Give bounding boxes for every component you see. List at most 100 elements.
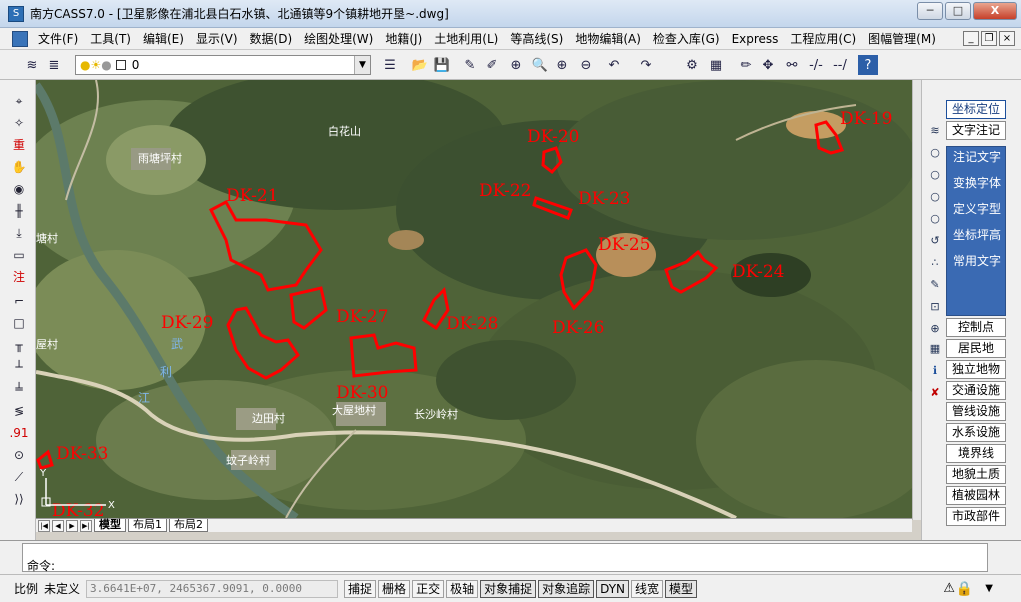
arrow-icon[interactable]: ⟩⟩: [9, 490, 29, 508]
independent-feature-button[interactable]: 独立地物: [946, 360, 1006, 379]
zoom-realtime-icon[interactable]: ⊕: [506, 55, 526, 75]
refresh-icon[interactable]: ↺: [926, 232, 944, 249]
menu-view[interactable]: 显示(V): [190, 28, 244, 50]
document-icon[interactable]: [12, 30, 28, 47]
menu-sheet[interactable]: 图幅管理(M): [862, 28, 942, 50]
menu-edit[interactable]: 编辑(E): [137, 28, 190, 50]
layer-manager-icon[interactable]: ≋: [22, 55, 42, 75]
snap-toggle[interactable]: 捕捉: [344, 579, 377, 598]
stairs-icon[interactable]: ≶: [9, 402, 29, 420]
municipal-button[interactable]: 市政部件: [946, 507, 1006, 526]
circle-icon[interactable]: ⊙: [9, 446, 29, 464]
camera-icon[interactable]: ◉: [9, 180, 29, 198]
osnap-toggle[interactable]: 对象捕捉: [480, 579, 537, 598]
menu-feature-edit[interactable]: 地物编辑(A): [569, 28, 647, 50]
annotation-text-item[interactable]: 注记文字: [947, 147, 1007, 167]
undo-icon[interactable]: ↶: [604, 55, 624, 75]
menu-express[interactable]: Express: [726, 28, 785, 50]
open-icon[interactable]: 📂: [410, 55, 430, 75]
maximize-button[interactable]: □: [945, 2, 971, 20]
menu-draw[interactable]: 绘图处理(W): [298, 28, 379, 50]
pipeline-facility-button[interactable]: 管线设施: [946, 402, 1006, 421]
help-icon[interactable]: ?: [858, 55, 878, 75]
layer-select[interactable]: ● ☀ ● 0 ▼: [75, 55, 371, 75]
coord-elevation-item[interactable]: 坐标坪高: [947, 225, 1007, 245]
fence-line-icon[interactable]: ┴: [9, 358, 29, 376]
tab-first-button[interactable]: |◀: [38, 519, 50, 532]
menu-tools[interactable]: 工具(T): [84, 28, 137, 50]
coord-locate-button[interactable]: 坐标定位: [946, 100, 1006, 119]
tab-layout2[interactable]: 布局2: [169, 519, 208, 532]
polyline-icon[interactable]: ⟋: [9, 468, 29, 486]
menu-file[interactable]: 文件(F): [32, 28, 84, 50]
menu-engineering[interactable]: 工程应用(C): [784, 28, 862, 50]
ortho-toggle[interactable]: 正交: [412, 579, 445, 598]
traffic-facility-button[interactable]: 交通设施: [946, 381, 1006, 400]
otrack-toggle[interactable]: 对象追踪: [538, 579, 595, 598]
lock-icon[interactable]: 🔒: [956, 581, 973, 597]
tab-next-button[interactable]: ▶: [66, 519, 78, 532]
chevron-down-icon[interactable]: ▼: [985, 583, 993, 594]
model-toggle[interactable]: 模型: [665, 579, 698, 598]
tab-layout1[interactable]: 布局1: [128, 519, 167, 532]
dash-line-icon[interactable]: -/-: [806, 55, 826, 75]
feature-icon[interactable]: ⌖: [9, 92, 29, 110]
annotation-icon[interactable]: 注: [9, 268, 29, 286]
dyn-toggle[interactable]: DYN: [596, 579, 630, 598]
draw-line-icon[interactable]: ✏: [736, 55, 756, 75]
delete-icon[interactable]: ✘: [926, 384, 944, 401]
residential-button[interactable]: 居民地: [946, 339, 1006, 358]
menu-check[interactable]: 检查入库(G): [647, 28, 726, 50]
control-point-button[interactable]: 控制点: [946, 318, 1006, 337]
layers-icon[interactable]: ≋: [926, 122, 944, 139]
zoom-icon[interactable]: ○: [926, 188, 944, 205]
save-icon[interactable]: 💾: [432, 55, 452, 75]
zoom-window-icon[interactable]: ⊕: [552, 55, 572, 75]
chevron-down-icon[interactable]: ▼: [354, 56, 370, 74]
app-logo-icon[interactable]: S: [8, 5, 24, 22]
edit-icon[interactable]: ✐: [482, 55, 502, 75]
query-icon[interactable]: ✧: [9, 114, 29, 132]
railing-icon[interactable]: ╧: [9, 380, 29, 398]
info-icon[interactable]: ℹ: [926, 362, 944, 379]
elevation-icon[interactable]: ⤓: [9, 224, 29, 242]
drawing-canvas[interactable]: DK-19 DK-20 DK-21 DK-22 DK-23 DK-24 DK-2…: [36, 80, 912, 518]
point-height-icon[interactable]: .91: [9, 424, 29, 442]
connect-icon[interactable]: ⊡: [926, 298, 944, 315]
select-icon[interactable]: ✋: [9, 158, 29, 176]
zoom-icon[interactable]: ○: [926, 210, 944, 227]
change-font-item[interactable]: 变换字体: [947, 173, 1007, 193]
building-icon[interactable]: ⌐: [9, 292, 29, 310]
properties-icon[interactable]: ⚙: [682, 55, 702, 75]
lineweight-toggle[interactable]: 线宽: [631, 579, 664, 598]
minimize-button[interactable]: ─: [917, 2, 943, 20]
close-button[interactable]: X: [973, 2, 1017, 20]
menu-data[interactable]: 数据(D): [244, 28, 299, 50]
zoom-icon[interactable]: ○: [926, 166, 944, 183]
grid-icon[interactable]: ▦: [706, 55, 726, 75]
tab-last-button[interactable]: ▶|: [80, 519, 92, 532]
command-window[interactable]: 命令:: [22, 543, 988, 573]
layer-state-icon[interactable]: ≣: [44, 55, 64, 75]
common-text-item[interactable]: 常用文字: [947, 251, 1007, 271]
repeat-icon[interactable]: 重: [9, 136, 29, 154]
redo-icon[interactable]: ↷: [636, 55, 656, 75]
pan-icon[interactable]: ⊕: [926, 320, 944, 337]
zoom-previous-icon[interactable]: ⊖: [576, 55, 596, 75]
doc-minimize-button[interactable]: _: [963, 31, 979, 46]
coordinate-readout[interactable]: 3.6641E+07, 2465367.9091, 0.0000: [86, 579, 339, 598]
ruler-icon[interactable]: ▭: [9, 246, 29, 264]
warning-icon[interactable]: ⚠: [943, 581, 955, 596]
zoom-icon[interactable]: ○: [926, 144, 944, 161]
move-icon[interactable]: ✥: [758, 55, 778, 75]
vertical-scrollbar[interactable]: [912, 80, 921, 520]
fence-icon[interactable]: ╫: [9, 202, 29, 220]
points-icon[interactable]: ∴: [926, 254, 944, 271]
doc-close-button[interactable]: ×: [999, 31, 1015, 46]
doc-restore-button[interactable]: ❐: [981, 31, 997, 46]
wall-icon[interactable]: ╥: [9, 336, 29, 354]
menu-contour[interactable]: 等高线(S): [504, 28, 569, 50]
tab-prev-button[interactable]: ◀: [52, 519, 64, 532]
text-annotation-button[interactable]: 文字注记: [946, 121, 1006, 140]
polar-toggle[interactable]: 极轴: [446, 579, 479, 598]
